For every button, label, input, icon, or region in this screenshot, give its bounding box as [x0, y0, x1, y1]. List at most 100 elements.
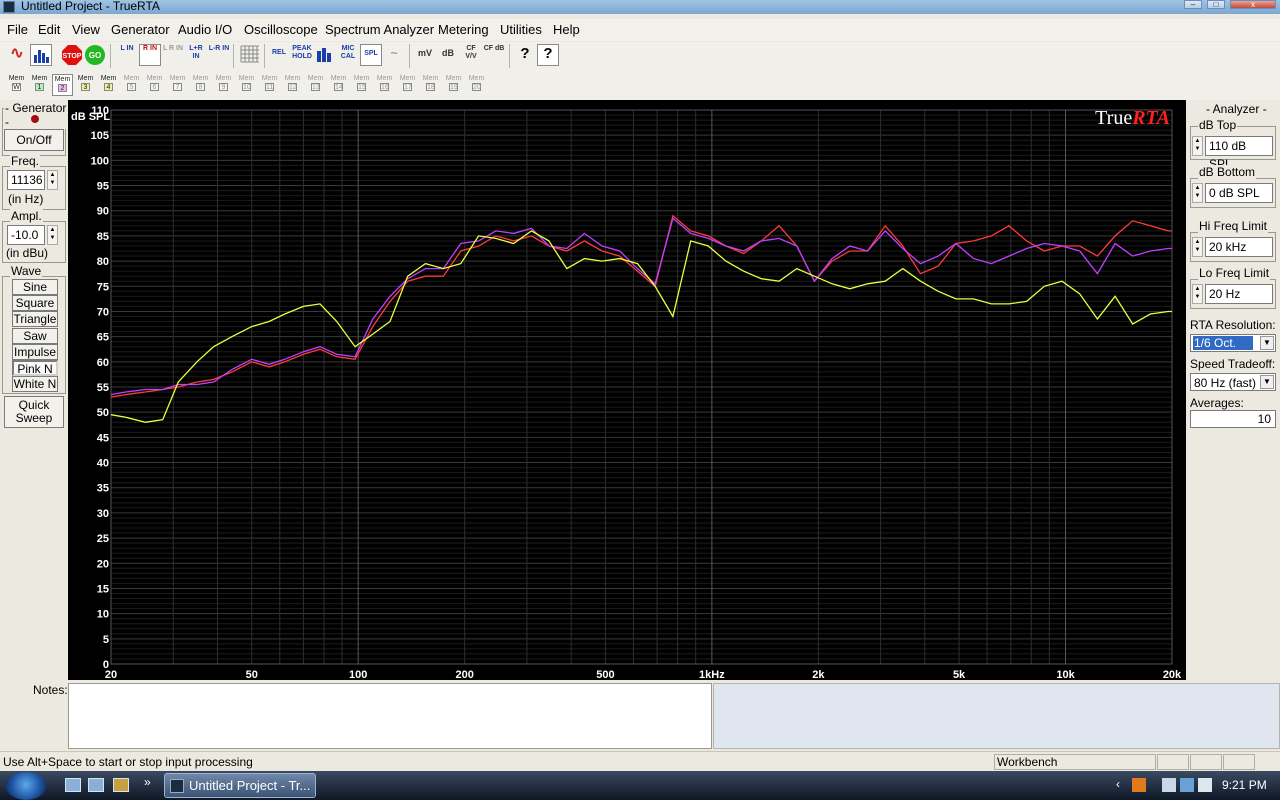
menu-generator[interactable]: Generator: [111, 22, 170, 37]
minimize-button[interactable]: –: [1184, 0, 1202, 9]
hi-freq-spinner[interactable]: ▲ ▼: [1192, 237, 1203, 257]
memory-button-label: Mem: [123, 75, 140, 82]
menu-utilities[interactable]: Utilities: [500, 22, 542, 37]
wave-white-noise-button[interactable]: White N: [12, 376, 58, 392]
chevron-down-icon[interactable]: ▼: [1260, 336, 1274, 350]
start-button[interactable]: [6, 772, 46, 800]
freq-spinner[interactable]: ▲ ▼: [47, 170, 58, 190]
hi-freq-input[interactable]: 20 kHz: [1205, 237, 1273, 257]
quick-sweep-button[interactable]: Quick Sweep: [4, 396, 64, 428]
chevron-down-icon[interactable]: ▼: [1260, 375, 1274, 389]
stop-button[interactable]: STOP: [61, 44, 83, 66]
wave-square-button[interactable]: Square: [12, 295, 58, 311]
memory-button-5[interactable]: Mem 5: [121, 74, 142, 96]
memory-button-12[interactable]: Mem 12: [282, 74, 303, 96]
memory-button-7[interactable]: Mem 7: [167, 74, 188, 96]
lo-freq-spinner[interactable]: ▲ ▼: [1192, 284, 1203, 304]
rta-resolution-select[interactable]: 1/6 Oct. ▼: [1190, 334, 1276, 352]
generator-on-off-button[interactable]: On/Off: [4, 129, 64, 151]
db-top-spinner[interactable]: ▲ ▼: [1192, 136, 1203, 156]
menu-metering[interactable]: Metering: [438, 22, 489, 37]
cf-db-button[interactable]: CF dB: [483, 45, 505, 67]
ampl-input[interactable]: -10.0: [7, 225, 45, 245]
memory-button-14[interactable]: Mem 14: [328, 74, 349, 96]
memory-button-9[interactable]: Mem 9: [213, 74, 234, 96]
wave-sine-button[interactable]: Sine: [12, 279, 58, 295]
menu-oscilloscope[interactable]: Oscilloscope: [244, 22, 318, 37]
clock[interactable]: 9:21 PM: [1222, 778, 1267, 792]
memory-button-13[interactable]: Mem 13: [305, 74, 326, 96]
help-icon[interactable]: ?: [514, 45, 536, 67]
speed-tradeoff-select[interactable]: 80 Hz (fast) ▼: [1190, 373, 1276, 391]
db-bottom-input[interactable]: 0 dB SPL: [1205, 183, 1273, 203]
switch-windows-icon[interactable]: [88, 778, 104, 792]
menu-file[interactable]: File: [7, 22, 28, 37]
menu-help[interactable]: Help: [553, 22, 580, 37]
tray-network-icon[interactable]: [1180, 778, 1194, 792]
wave-impulse-button[interactable]: Impulse: [12, 344, 58, 360]
wave-triangle-button[interactable]: Triangle: [12, 311, 58, 327]
mic-cal-button[interactable]: MIC CAL: [337, 45, 359, 67]
cf-vv-button[interactable]: CF V/V: [460, 45, 482, 67]
lo-freq-input[interactable]: 20 Hz: [1205, 284, 1273, 304]
memory-button-4[interactable]: Mem 4: [98, 74, 119, 96]
grid-icon[interactable]: [239, 45, 261, 67]
wave-pink-noise-button[interactable]: Pink N: [12, 360, 58, 376]
memory-button-8[interactable]: Mem 8: [190, 74, 211, 96]
tray-device-icon[interactable]: [1162, 778, 1176, 792]
l-r-in-button[interactable]: L R IN: [162, 45, 184, 67]
memory-button-10[interactable]: Mem 10: [236, 74, 257, 96]
quicklaunch-chevron-icon[interactable]: »: [144, 775, 151, 789]
memory-button-11[interactable]: Mem 11: [259, 74, 280, 96]
memory-button-3[interactable]: Mem 3: [75, 74, 96, 96]
tray-app-icon[interactable]: [1132, 778, 1146, 792]
freq-input[interactable]: 11136: [7, 170, 45, 190]
memory-button-19[interactable]: Mem 19: [443, 74, 464, 96]
tray-volume-muted-icon[interactable]: [1198, 778, 1212, 792]
show-desktop-icon[interactable]: [65, 778, 81, 792]
sine-wave-icon[interactable]: ∿: [6, 44, 28, 66]
peak-hold-button[interactable]: PEAK HOLD: [291, 45, 313, 67]
rta-plot[interactable]: 0 5 10 15 20 25 30 35 40 45 50 55 60 65 70 75 80 85 90 95 10…: [68, 100, 1186, 680]
memory-button-6[interactable]: Mem 6: [144, 74, 165, 96]
maximize-button[interactable]: □: [1207, 0, 1225, 9]
close-button[interactable]: x: [1230, 0, 1276, 9]
l-plus-r-in-button[interactable]: L+R IN: [185, 45, 207, 67]
bar-graph-icon[interactable]: [314, 45, 336, 67]
db-bottom-spinner[interactable]: ▲ ▼: [1192, 183, 1203, 203]
menu-view[interactable]: View: [72, 22, 100, 37]
db-top-input[interactable]: 110 dB SPL: [1205, 136, 1273, 171]
memory-button-20[interactable]: Mem 20: [466, 74, 487, 96]
memory-button-16[interactable]: Mem 16: [374, 74, 395, 96]
memory-button-w[interactable]: Mem W: [6, 74, 27, 96]
rel-button[interactable]: REL: [268, 45, 290, 67]
context-help-icon[interactable]: ?: [537, 44, 559, 66]
memory-button-15[interactable]: Mem 15: [351, 74, 372, 96]
x-tick-label: 5k: [953, 669, 966, 680]
memory-button-17[interactable]: Mem 17: [397, 74, 418, 96]
weighting-icon[interactable]: ~: [383, 45, 405, 67]
l-in-button[interactable]: L IN: [116, 45, 138, 67]
menu-edit[interactable]: Edit: [38, 22, 60, 37]
speed-tradeoff-value: 80 Hz (fast): [1194, 376, 1257, 390]
taskbar-item-trueRTA[interactable]: Untitled Project - Tr...: [164, 773, 316, 798]
spl-button[interactable]: SPL: [360, 44, 382, 66]
y-tick-label: 55: [97, 382, 109, 394]
memory-button-1[interactable]: Mem 1: [29, 74, 50, 96]
memory-button-2[interactable]: Mem 2: [52, 74, 73, 96]
go-button[interactable]: GO: [84, 44, 106, 66]
mv-button[interactable]: mV: [414, 45, 436, 67]
notes-textarea[interactable]: [68, 683, 712, 749]
rta-bars-icon[interactable]: [30, 44, 52, 66]
ampl-spinner[interactable]: ▲ ▼: [47, 225, 58, 245]
menu-audio-io[interactable]: Audio I/O: [178, 22, 232, 37]
quicklaunch-app-icon[interactable]: [113, 778, 129, 792]
tray-expand-icon[interactable]: ‹: [1116, 777, 1120, 791]
averages-input[interactable]: 10: [1190, 410, 1276, 428]
l-minus-r-in-button[interactable]: L-R IN: [208, 45, 230, 67]
memory-button-18[interactable]: Mem 18: [420, 74, 441, 96]
wave-saw-button[interactable]: Saw: [12, 328, 58, 344]
db-button[interactable]: dB: [437, 45, 459, 67]
menu-spectrum-analyzer[interactable]: Spectrum Analyzer: [325, 22, 434, 37]
r-in-button[interactable]: R IN: [139, 44, 161, 66]
